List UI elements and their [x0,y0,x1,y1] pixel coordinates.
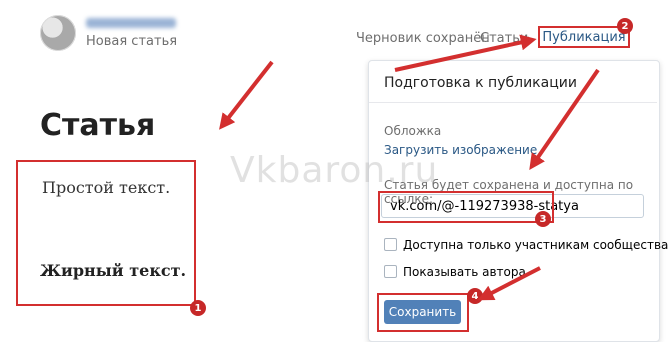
step-badge-1: 1 [190,300,206,316]
publish-panel-title: Подготовка к публикации [384,75,577,91]
cover-label: Обложка [384,124,442,138]
avatar[interactable] [40,15,76,51]
save-button[interactable]: Сохранить [384,300,461,324]
step-badge-2: 2 [617,18,633,34]
panel-divider [369,102,657,103]
author-name-blurred[interactable] [86,18,176,28]
members-only-checkbox[interactable] [384,238,397,251]
article-title[interactable]: Статья [40,108,155,143]
members-only-label[interactable]: Доступна только участникам сообщества [403,238,668,252]
chevron-down-icon[interactable] [520,34,530,44]
article-plain-text[interactable]: Простой текст. [42,178,170,197]
watermark: Vkbaron.ru [230,150,439,191]
show-author-label[interactable]: Показывать автора [403,265,526,279]
publish-button[interactable]: Публикация [538,26,630,48]
article-bold-text[interactable]: Жирный текст. [40,261,186,280]
save-button-label: Сохранить [388,305,457,319]
arrow-to-title [219,60,274,130]
step-badge-4: 4 [467,288,483,304]
annotation-box-url [378,191,554,223]
step-badge-3: 3 [535,211,551,227]
article-status: Новая статья [86,34,178,49]
publish-button-label: Публикация [542,29,626,45]
show-author-checkbox[interactable] [384,265,397,278]
draft-saved-status: Черновик сохранён [356,31,490,46]
